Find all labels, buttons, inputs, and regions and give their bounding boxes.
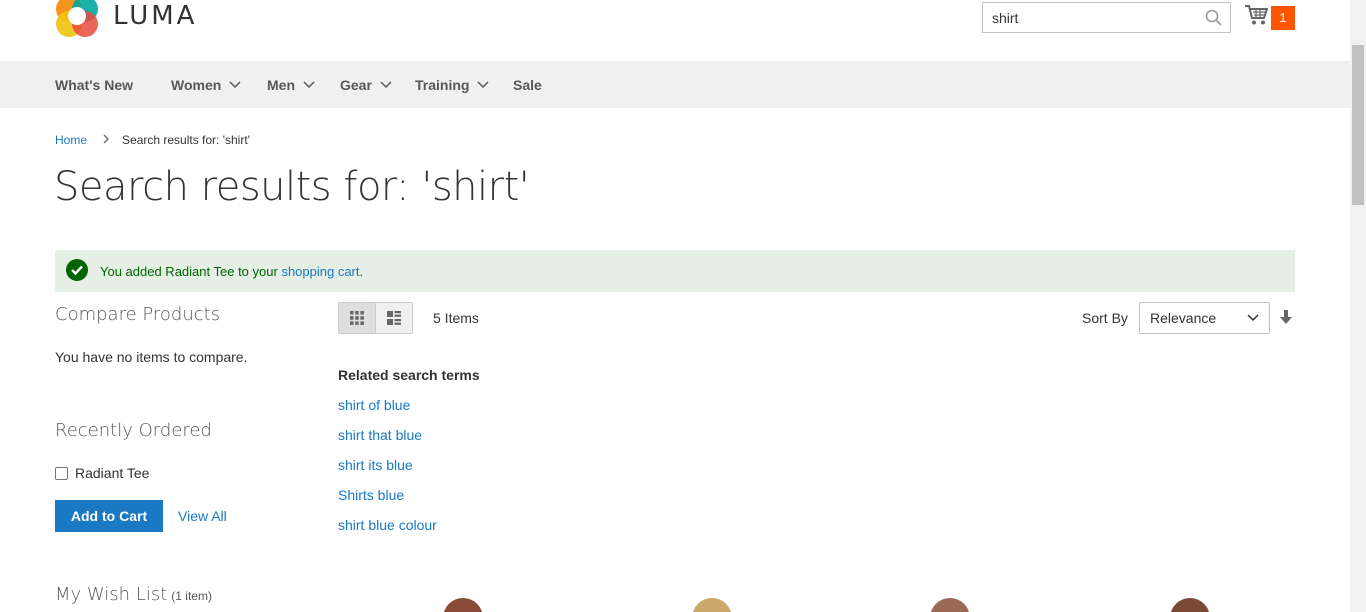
minicart[interactable]: 1 (1244, 4, 1295, 31)
add-to-cart-button[interactable]: Add to Cart (55, 500, 163, 532)
message-suffix: . (359, 263, 364, 279)
cart-count-badge: 1 (1271, 5, 1295, 30)
page-scrollbar[interactable] (1350, 0, 1366, 612)
search-icon[interactable] (1205, 9, 1222, 31)
sort-by-value: Relevance (1150, 310, 1217, 326)
nav-item-label: Men (267, 76, 295, 93)
related-terms-title: Related search terms (338, 367, 480, 383)
sort-direction-arrow-icon[interactable] (1280, 309, 1292, 330)
toolbar-items-count: 5 Items (433, 310, 479, 326)
header: LUMA 1 (0, 0, 1350, 61)
grid-icon (350, 311, 364, 325)
nav-item-whats-new[interactable]: What's New (55, 61, 133, 108)
cart-icon[interactable] (1244, 4, 1269, 31)
product-image[interactable] (443, 598, 483, 612)
chevron-down-icon (229, 80, 241, 88)
nav-item-gear[interactable]: Gear (340, 61, 392, 108)
product-image[interactable] (1170, 598, 1210, 612)
chevron-down-icon (303, 80, 315, 88)
related-term-link[interactable]: shirt its blue (338, 457, 413, 473)
breadcrumb-home-link[interactable]: Home (55, 133, 87, 147)
scrollbar-thumb[interactable] (1352, 45, 1364, 205)
related-term-link[interactable]: shirt that blue (338, 427, 422, 443)
nav-item-women[interactable]: Women (171, 61, 241, 108)
sort-by-select[interactable]: Relevance (1139, 302, 1270, 334)
nav-item-label: What's New (55, 76, 134, 93)
recently-ordered-checkbox[interactable] (55, 466, 68, 480)
recently-ordered-title: Recently Ordered (55, 420, 212, 441)
list-icon (387, 311, 401, 325)
related-term-link[interactable]: shirt blue colour (338, 517, 437, 533)
main-navigation: What's New Women Men Gear Training Sale (0, 61, 1350, 108)
recently-ordered-item: Radiant Tee (55, 465, 149, 481)
nav-item-label: Sale (513, 76, 542, 93)
sort-by-label: Sort By (1082, 310, 1128, 326)
wishlist-title: My Wish List (1 item) (55, 584, 212, 605)
chevron-down-icon (380, 80, 392, 88)
nav-item-label: Women (171, 76, 222, 93)
search-input[interactable] (983, 3, 1193, 32)
wishlist-title-text: My Wish List (55, 584, 168, 605)
breadcrumb-current: Search results for: 'shirt' (122, 133, 250, 147)
related-term-link[interactable]: shirt of blue (338, 397, 410, 413)
wishlist-count: (1 item) (171, 589, 212, 603)
brand-name: LUMA (113, 1, 198, 31)
breadcrumb: Home Search results for: 'shirt' (55, 133, 250, 147)
recently-ordered-item-name[interactable]: Radiant Tee (75, 465, 149, 481)
nav-item-sale[interactable]: Sale (513, 61, 542, 108)
compare-empty-text: You have no items to compare. (55, 349, 248, 365)
chevron-down-icon (1247, 314, 1259, 322)
nav-item-label: Gear (340, 76, 372, 93)
message-text: You added Radiant Tee to your (100, 263, 282, 279)
search-box (982, 2, 1231, 33)
success-check-icon (66, 258, 88, 284)
product-image[interactable] (692, 598, 732, 612)
chevron-right-icon (103, 133, 110, 147)
related-term-link[interactable]: Shirts blue (338, 487, 404, 503)
grid-view-button[interactable] (338, 302, 376, 334)
nav-item-men[interactable]: Men (267, 61, 315, 108)
nav-item-training[interactable]: Training (415, 61, 489, 108)
nav-item-label: Training (415, 76, 470, 93)
chevron-down-icon (477, 80, 489, 88)
product-image[interactable] (930, 598, 970, 612)
success-message: You added Radiant Tee to your shopping c… (55, 250, 1295, 292)
luma-logo-icon (56, 0, 98, 37)
view-all-link[interactable]: View All (178, 508, 227, 524)
list-view-button[interactable] (375, 302, 413, 334)
shopping-cart-link[interactable]: shopping cart (281, 264, 359, 279)
compare-products-title: Compare Products (55, 304, 221, 325)
page-title: Search results for: 'shirt' (54, 164, 530, 210)
store-logo[interactable]: LUMA (55, 0, 197, 38)
